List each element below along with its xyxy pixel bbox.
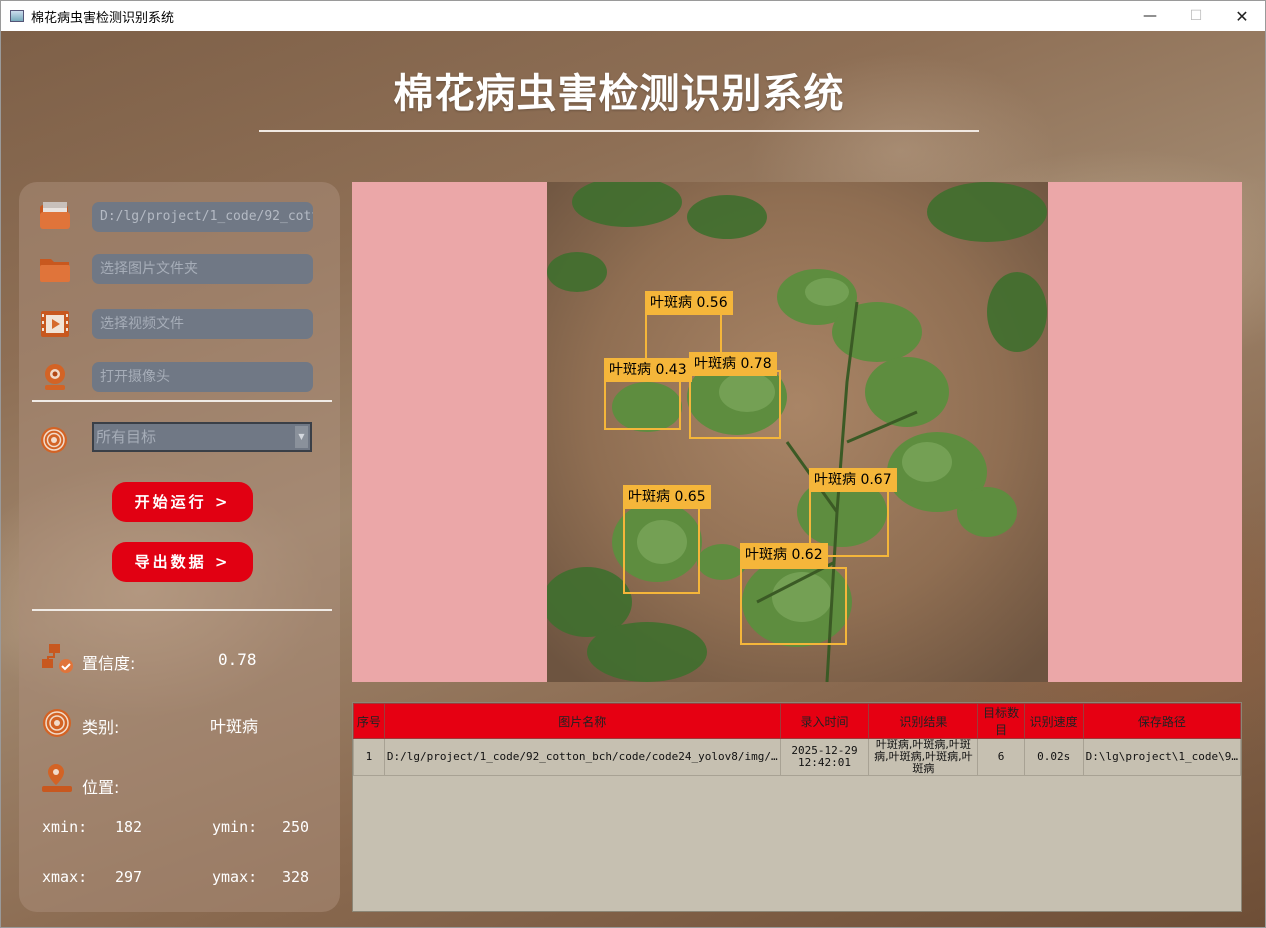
title-bar: 棉花病虫害检测识别系统 — ☐ ✕ (1, 1, 1265, 31)
ymin-label: ymin: (212, 818, 258, 836)
section-divider (32, 609, 332, 611)
app-window: 棉花病虫害检测识别系统 — ☐ ✕ 棉花病虫害检测识别系统 D:/lg/proj… (0, 0, 1266, 928)
camera-input[interactable]: 打开摄像头 (92, 362, 313, 392)
main-area: 棉花病虫害检测识别系统 D:/lg/project/1_code/92_cott… (1, 31, 1265, 927)
table-cell[interactable]: D:/lg/project/1_code/92_cotton_bch/code/… (383, 738, 781, 776)
camera-icon[interactable] (39, 362, 71, 392)
xmax-label: xmax: (42, 868, 88, 886)
close-button[interactable]: ✕ (1219, 1, 1265, 31)
column-header[interactable]: 保存路径 (1082, 703, 1242, 739)
detection-label: 叶斑病 0.62 (740, 543, 828, 567)
export-data-button[interactable]: 导出数据 > (112, 542, 253, 582)
ymax-value: 328 (282, 868, 310, 886)
title-underline (259, 130, 979, 132)
column-header[interactable]: 序号 (353, 703, 385, 739)
confidence-label: 置信度: (82, 654, 136, 673)
detection-label: 叶斑病 0.78 (689, 352, 777, 376)
location-icon (42, 764, 72, 792)
maximize-button[interactable]: ☐ (1173, 1, 1219, 31)
folder-icon[interactable] (39, 254, 71, 284)
detection-label: 叶斑病 0.67 (809, 468, 897, 492)
table-cell[interactable]: 6 (977, 738, 1025, 776)
xmin-value: 182 (115, 818, 143, 836)
window-title: 棉花病虫害检测识别系统 (31, 10, 175, 26)
target-select[interactable]: 所有目标 ▼ (92, 422, 312, 452)
folder-input[interactable]: 选择图片文件夹 (92, 254, 313, 284)
class-value: 叶斑病 (210, 717, 259, 736)
flowchart-icon (42, 644, 73, 673)
detection-label: 叶斑病 0.43 (604, 358, 692, 382)
detection-box (740, 567, 847, 645)
results-grid: 序号 图片名称 录入时间 识别结果 目标数目 识别速度 保存路径 1 D:/lg… (353, 703, 1242, 776)
column-header[interactable]: 识别速度 (1023, 703, 1084, 739)
detection-image: 叶斑病 0.56 叶斑病 0.43 叶斑病 0.78 叶斑病 0.65 叶斑病 … (542, 177, 1048, 683)
image-file-icon[interactable] (39, 201, 71, 231)
position-label: 位置: (82, 778, 120, 797)
detection-box (689, 370, 781, 439)
section-divider (32, 400, 332, 402)
table-cell[interactable]: 1 (353, 738, 385, 776)
confidence-value: 0.78 (218, 650, 257, 669)
detection-box (623, 500, 700, 594)
app-icon (10, 10, 24, 22)
detection-label: 叶斑病 0.65 (623, 485, 711, 509)
xmin-label: xmin: (42, 818, 88, 836)
minimize-button[interactable]: — (1127, 1, 1173, 31)
table-cell[interactable]: 2025-12-29 12:42:01 (779, 738, 870, 776)
table-cell[interactable]: D:\lg\project\1_code\9… (1082, 738, 1242, 776)
column-header[interactable]: 目标数目 (977, 703, 1025, 739)
video-file-icon[interactable] (39, 309, 71, 339)
class-icon (43, 709, 71, 737)
target-select-value: 所有目标 (96, 428, 157, 446)
table-cell[interactable]: 0.02s (1023, 738, 1084, 776)
column-header[interactable]: 图片名称 (383, 703, 781, 739)
start-run-button[interactable]: 开始运行 > (112, 482, 253, 522)
ymin-value: 250 (282, 818, 310, 836)
column-header[interactable]: 识别结果 (868, 703, 979, 739)
results-table: 序号 图片名称 录入时间 识别结果 目标数目 识别速度 保存路径 1 D:/lg… (352, 702, 1242, 912)
target-icon (41, 427, 67, 453)
control-panel: D:/lg/project/1_code/92_cotton_bch/code/… (19, 182, 340, 912)
image-display: 叶斑病 0.56 叶斑病 0.43 叶斑病 0.78 叶斑病 0.65 叶斑病 … (352, 177, 1242, 683)
table-cell[interactable]: 叶斑病,叶斑病,叶斑病,叶斑病,叶斑病,叶斑病 (868, 738, 979, 776)
detection-label: 叶斑病 0.56 (645, 291, 733, 315)
page-title: 棉花病虫害检测识别系统 (393, 71, 845, 117)
column-header[interactable]: 录入时间 (779, 703, 870, 739)
video-input[interactable]: 选择视频文件 (92, 309, 313, 339)
class-label: 类别: (82, 718, 120, 737)
ymax-label: ymax: (212, 868, 258, 886)
chevron-down-icon[interactable]: ▼ (295, 426, 308, 448)
image-path-input[interactable]: D:/lg/project/1_code/92_cotton_bch/code/… (92, 202, 313, 232)
table-row[interactable]: 1 D:/lg/project/1_code/92_cotton_bch/cod… (353, 738, 1242, 776)
xmax-value: 297 (115, 868, 143, 886)
table-header-row: 序号 图片名称 录入时间 识别结果 目标数目 识别速度 保存路径 (353, 703, 1242, 739)
